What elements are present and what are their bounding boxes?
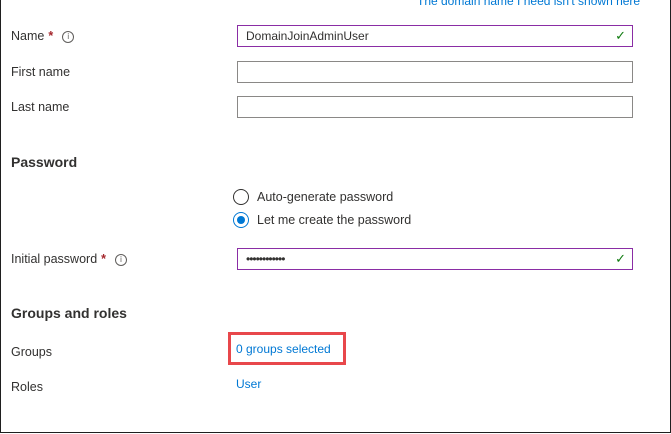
info-icon[interactable]: i <box>62 31 75 43</box>
domain-not-shown-link[interactable]: The domain name I need isn't shown here <box>417 0 640 8</box>
initial-password-value: •••••••••••• <box>246 252 285 266</box>
last-name-input[interactable] <box>237 96 633 118</box>
required-asterisk: * <box>48 29 54 43</box>
name-label: Name <box>11 29 45 43</box>
groups-roles-heading: Groups and roles <box>11 305 127 321</box>
valid-check-icon: ✓ <box>615 251 626 266</box>
name-input-value: DomainJoinAdminUser <box>246 29 369 43</box>
auto-generate-label[interactable]: Auto-generate password <box>257 190 393 204</box>
groups-selected-link[interactable]: 0 groups selected <box>236 342 331 356</box>
initial-password-input[interactable]: •••••••••••• ✓ <box>237 248 633 270</box>
roles-label: Roles <box>11 380 43 394</box>
password-heading: Password <box>11 154 78 170</box>
auto-generate-radio[interactable] <box>233 189 249 205</box>
groups-label: Groups <box>11 345 52 359</box>
info-icon[interactable]: i <box>115 254 128 266</box>
last-name-label: Last name <box>11 100 70 114</box>
roles-link[interactable]: User <box>236 377 261 391</box>
create-password-label[interactable]: Let me create the password <box>257 213 411 227</box>
initial-password-label: Initial password <box>11 252 98 266</box>
valid-check-icon: ✓ <box>615 28 626 43</box>
first-name-label: First name <box>11 65 71 79</box>
first-name-input[interactable] <box>237 61 633 83</box>
required-asterisk: * <box>101 252 107 266</box>
initial-password-label-row: Initial password * i <box>11 252 128 266</box>
name-input[interactable]: DomainJoinAdminUser ✓ <box>237 25 633 47</box>
create-password-radio[interactable] <box>233 212 249 228</box>
user-form-panel: The domain name I need isn't shown here … <box>0 0 671 433</box>
name-label-row: Name * i <box>11 29 75 43</box>
